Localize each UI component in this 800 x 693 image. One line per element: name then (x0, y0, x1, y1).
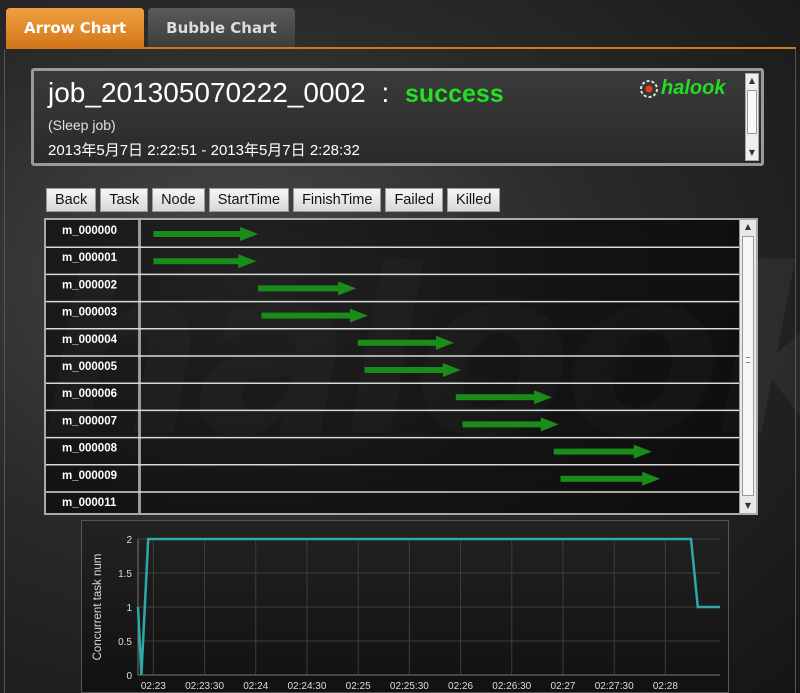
task-arrow[interactable] (462, 417, 559, 432)
concurrency-chart: 0 0.5 1 1.5 2 02:23 02:23:30 02:24 02:24:30 02:25… (81, 520, 729, 693)
x-tick-label: 02:27:30 (595, 681, 634, 692)
task-arrow[interactable] (153, 227, 259, 241)
header-scrollbar[interactable]: ▲ ▼ (745, 73, 759, 161)
sort-toolbar: Back Task Node StartTime FinishTime Fail… (46, 188, 501, 212)
task-label: m_000003 (62, 307, 117, 319)
y-tick-label: 1.5 (118, 569, 132, 580)
tab-arrow-chart[interactable]: Arrow Chart (6, 8, 145, 48)
y-axis-label: Concurrent task num (92, 554, 104, 661)
y-tick-label: 0.5 (118, 637, 132, 648)
x-tick-label: 02:25 (346, 681, 371, 692)
scroll-thumb[interactable] (747, 90, 757, 134)
task-label: m_000008 (62, 443, 118, 455)
task-arrow[interactable] (258, 281, 357, 296)
job-time-range: 2013年5月7日 2:22:51 - 2013年5月7日 2:28:32 (48, 142, 360, 159)
job-name: (Sleep job) (48, 117, 116, 133)
task-label: m_000004 (62, 334, 118, 346)
job-header: job_201305070222_0002 : success (Sleep j… (31, 68, 764, 166)
task-arrow[interactable] (261, 308, 368, 323)
job-separator: : (381, 77, 390, 108)
job-status: success (405, 80, 504, 108)
sort-starttime-button[interactable]: StartTime (208, 188, 290, 212)
task-label: m_000006 (62, 388, 117, 400)
halook-logo-icon (640, 79, 658, 98)
task-label: m_000002 (62, 279, 117, 291)
filter-failed-button[interactable]: Failed (385, 188, 443, 212)
task-label: m_000011 (62, 497, 117, 509)
scroll-up-icon[interactable]: ▲ (746, 74, 758, 88)
task-label: m_000005 (62, 361, 118, 373)
task-arrow[interactable] (364, 363, 461, 377)
task-arrow[interactable] (153, 254, 257, 269)
task-label: m_000009 (62, 470, 117, 482)
x-tick-label: 02:24 (243, 681, 268, 692)
task-arrow-chart-canvas: m_000000 m_000001 m_000002 m_000003 m_000004… (46, 220, 740, 513)
label-divider (138, 220, 141, 513)
job-id: job_201305070222_0002 (48, 77, 366, 108)
sort-node-button[interactable]: Node (152, 188, 205, 212)
task-arrow[interactable] (560, 471, 661, 486)
task-label: m_000007 (62, 415, 117, 427)
sort-finishtime-button[interactable]: FinishTime (293, 188, 382, 212)
x-tick-label: 02:24:30 (287, 681, 326, 692)
scroll-up-icon[interactable]: ▲ (740, 220, 756, 234)
task-arrow[interactable] (357, 335, 455, 350)
x-tick-label: 02:27 (550, 681, 575, 692)
scroll-down-icon[interactable]: ▼ (746, 146, 758, 160)
concurrency-chart-canvas: 0 0.5 1 1.5 2 02:23 02:23:30 02:24 02:24:30 02:25… (92, 535, 720, 692)
scroll-thumb[interactable] (742, 236, 754, 496)
task-label: m_000000 (62, 225, 117, 237)
task-arrow[interactable] (553, 444, 652, 459)
arrow-chart-scrollbar[interactable]: ▲ ▼ (739, 220, 756, 513)
task-label: m_000001 (62, 252, 118, 264)
task-arrow-chart: m_000000 m_000001 m_000002 m_000003 m_000004… (44, 218, 758, 515)
back-button[interactable]: Back (46, 188, 97, 212)
sort-task-button[interactable]: Task (100, 188, 149, 212)
x-tick-label: 02:25:30 (390, 681, 429, 692)
x-tick-label: 02:26:30 (492, 681, 531, 692)
tab-bar: Arrow Chart Bubble Chart (6, 8, 295, 48)
job-title: job_201305070222_0002 : success (48, 77, 504, 109)
y-tick-label: 0 (126, 671, 132, 682)
halook-logo-text: halook (661, 77, 726, 99)
grip-icon (746, 357, 750, 363)
x-tick-label: 02:28 (653, 681, 678, 692)
x-tick-label: 02:23:30 (185, 681, 224, 692)
halook-logo: halook (639, 77, 725, 100)
task-arrow[interactable] (455, 390, 553, 405)
filter-killed-button[interactable]: Killed (446, 188, 501, 212)
tab-bubble-chart[interactable]: Bubble Chart (148, 8, 295, 48)
y-tick-label: 1 (126, 603, 132, 614)
x-tick-label: 02:26 (448, 681, 473, 692)
scroll-down-icon[interactable]: ▼ (740, 499, 756, 513)
y-tick-label: 2 (126, 535, 132, 546)
x-tick-label: 02:23 (141, 681, 166, 692)
